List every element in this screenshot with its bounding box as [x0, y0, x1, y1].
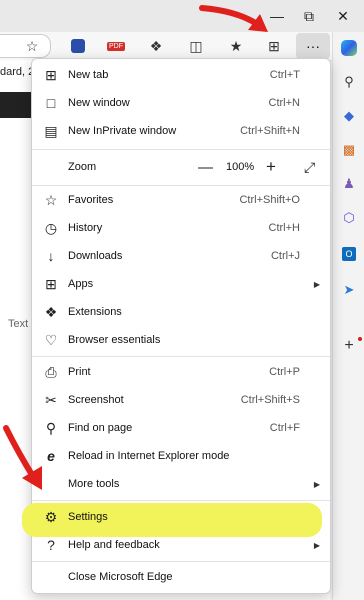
page-text-label: Text — [8, 318, 29, 330]
menu-item-favorites[interactable]: ☆ Favorites Ctrl+Shift+O — [32, 186, 330, 214]
split-screen-icon[interactable]: ◫ — [186, 36, 206, 56]
apps-icon: ⊞ — [45, 275, 57, 292]
favorites-toolbar-icon[interactable]: ★ — [226, 36, 246, 56]
copilot-icon[interactable] — [339, 38, 359, 58]
menu-item-settings[interactable]: ⚙ Settings — [32, 503, 330, 531]
favorite-star-icon[interactable]: ☆ — [22, 36, 42, 56]
pdf-icon[interactable]: PDF — [106, 36, 126, 56]
new-tab-icon: ⊞ — [45, 66, 57, 83]
inprivate-icon: ▤ — [44, 122, 58, 139]
menu-item-reload-ie-mode[interactable]: e Reload in Internet Explorer mode — [32, 442, 330, 470]
print-icon: ⎙ — [45, 363, 57, 380]
help-icon: ? — [47, 537, 55, 553]
favorites-icon: ☆ — [44, 191, 58, 208]
page-text: dard, 2 — [0, 66, 35, 78]
menu-separator — [32, 500, 330, 501]
menu-item-new-tab[interactable]: ⊞ New tab Ctrl+T — [32, 61, 330, 89]
menu-item-print[interactable]: ⎙ Print Ctrl+P — [32, 358, 330, 386]
menu-item-more-tools[interactable]: More tools ▶ — [32, 470, 330, 498]
tools-icon[interactable]: ▩ — [339, 140, 359, 160]
add-sidebar-app-icon[interactable]: + — [339, 336, 359, 356]
menu-item-close-edge[interactable]: Close Microsoft Edge — [32, 563, 330, 591]
annotation-arrow-top — [199, 5, 268, 32]
zoom-in-button[interactable]: + — [266, 157, 276, 177]
chevron-right-icon: ▶ — [313, 479, 320, 489]
outlook-icon[interactable]: O — [339, 244, 359, 264]
shopping-icon[interactable]: ◆ — [339, 106, 359, 126]
menu-item-new-window[interactable]: □ New window Ctrl+N — [32, 89, 330, 117]
menu-item-downloads[interactable]: ↓ Downloads Ctrl+J — [32, 242, 330, 270]
close-icon[interactable]: ✕ — [332, 6, 354, 26]
extensions-icon: ❖ — [44, 303, 58, 320]
menu-item-new-inprivate-window[interactable]: ▤ New InPrivate window Ctrl+Shift+N — [32, 117, 330, 145]
annotation-arrow-left — [3, 425, 42, 490]
chevron-right-icon: ▶ — [313, 540, 320, 550]
menu-item-apps[interactable]: ⊞ Apps ▶ — [32, 270, 330, 298]
menu-separator — [32, 561, 330, 562]
edge-sidebar: ⚲ ◆ ▩ ♟ ⬡ O ➤ + — [332, 32, 364, 600]
extensions-toolbar-icon[interactable]: ❖ — [146, 36, 166, 56]
games-icon[interactable]: ♟ — [339, 174, 359, 194]
search-icon[interactable]: ⚲ — [339, 72, 359, 92]
menu-item-browser-essentials[interactable]: ♡ Browser essentials — [32, 326, 330, 354]
send-icon[interactable]: ➤ — [339, 280, 359, 300]
fullscreen-icon[interactable]: ⤢ — [304, 159, 315, 176]
new-window-icon: □ — [46, 95, 56, 111]
menu-item-help-and-feedback[interactable]: ? Help and feedback ▶ — [32, 531, 330, 559]
settings-icon: ⚙ — [44, 508, 58, 525]
menu-separator — [32, 149, 330, 150]
microsoft365-icon[interactable]: ⬡ — [339, 208, 359, 228]
title-bar: — ⧉ ✕ — [0, 0, 364, 32]
browser-essentials-icon: ♡ — [44, 331, 58, 348]
screenshot-icon: ✂ — [45, 391, 57, 408]
collections-icon[interactable]: ⊞ — [264, 36, 284, 56]
zoom-value: 100% — [226, 161, 255, 173]
history-icon: ◷ — [44, 219, 58, 236]
notification-dot — [358, 337, 362, 341]
zoom-out-button[interactable]: — — [198, 159, 213, 176]
chevron-right-icon: ▶ — [313, 279, 320, 289]
menu-item-history[interactable]: ◷ History Ctrl+H — [32, 214, 330, 242]
menu-separator — [32, 356, 330, 357]
restore-icon[interactable]: ⧉ — [298, 6, 320, 26]
settings-and-more-menu: ⊞ New tab Ctrl+T □ New window Ctrl+N ▤ N… — [22, 58, 331, 594]
menu-item-zoom: Zoom — 100% + ⤢ — [68, 157, 316, 177]
menu-item-find-on-page[interactable]: ⚲ Find on page Ctrl+F — [32, 414, 330, 442]
menu-item-extensions[interactable]: ❖ Extensions — [32, 298, 330, 326]
menu-item-screenshot[interactable]: ✂ Screenshot Ctrl+Shift+S — [32, 386, 330, 414]
settings-and-more-button[interactable]: ··· — [296, 33, 330, 59]
downloads-icon: ↓ — [47, 248, 55, 264]
extension-badge-icon[interactable] — [68, 36, 88, 56]
